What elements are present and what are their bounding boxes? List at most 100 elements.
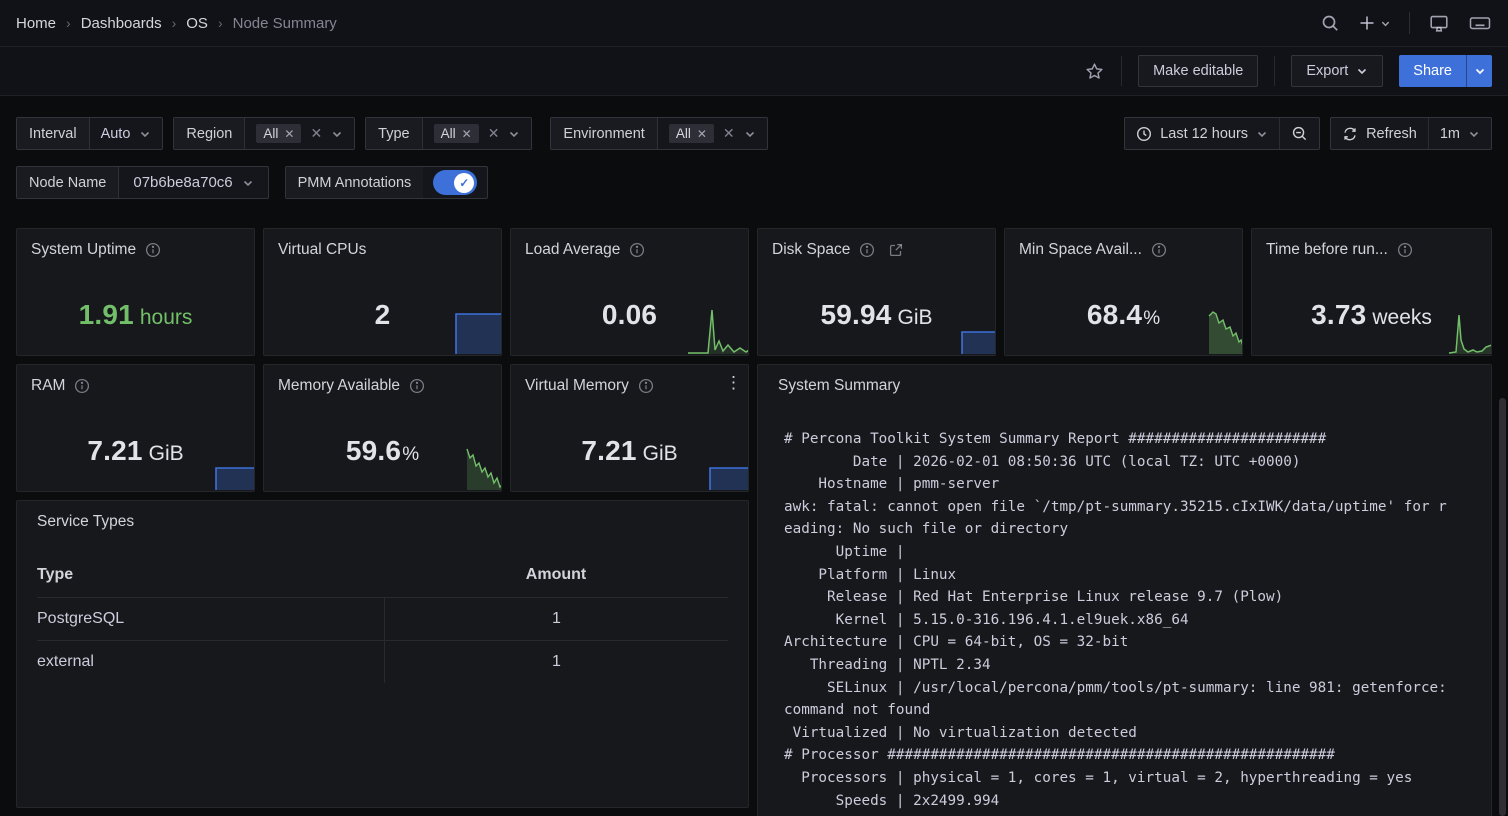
clear-selection-icon[interactable]: ✕: [488, 125, 500, 142]
panel-time-before-run-out: Time before run... 3.73weeks: [1251, 228, 1492, 356]
chip-remove-icon[interactable]: ✕: [284, 127, 294, 141]
panel-title[interactable]: System Summary: [778, 377, 900, 395]
region-select[interactable]: All✕ ✕: [245, 118, 354, 149]
stat-value: 7.21: [581, 435, 636, 466]
zoom-out-icon: [1291, 125, 1308, 142]
table-row[interactable]: PostgreSQL 1: [37, 597, 728, 640]
info-icon[interactable]: [1397, 242, 1413, 258]
sparkline: [265, 310, 502, 354]
type-chip-all[interactable]: All✕: [434, 124, 479, 143]
environment-chip-all[interactable]: All✕: [669, 124, 714, 143]
panel-title[interactable]: Time before run...: [1266, 241, 1388, 259]
external-link-icon[interactable]: [888, 242, 904, 258]
panel-title[interactable]: RAM: [31, 377, 65, 395]
clear-selection-icon[interactable]: ✕: [723, 125, 735, 142]
environment-select[interactable]: All✕ ✕: [658, 118, 767, 149]
stat-unit: GiB: [898, 306, 933, 329]
add-new-button[interactable]: [1358, 14, 1391, 32]
column-header-amount[interactable]: Amount: [384, 553, 728, 597]
pmm-annotations-control: PMM Annotations ✓: [285, 166, 489, 199]
breadcrumb-dashboards[interactable]: Dashboards: [81, 15, 162, 32]
refresh-icon: [1342, 126, 1358, 142]
panel-min-space-available: Min Space Avail... 68.4%: [1004, 228, 1243, 356]
cell-amount: 1: [384, 641, 728, 683]
panel-title[interactable]: Min Space Avail...: [1019, 241, 1142, 259]
favorite-star-icon[interactable]: [1084, 61, 1105, 82]
node-name-value: 07b6be8a70c6: [133, 174, 232, 191]
info-icon[interactable]: [409, 378, 425, 394]
node-name-label: Node Name: [17, 167, 119, 198]
panel-system-summary: System Summary # Percona Toolkit System …: [757, 364, 1492, 816]
stat-value: 7.21: [87, 435, 142, 466]
region-chip-all[interactable]: All✕: [256, 124, 301, 143]
refresh-picker: Refresh 1m: [1330, 117, 1492, 150]
info-icon[interactable]: [859, 242, 875, 258]
type-select[interactable]: All✕ ✕: [423, 118, 532, 149]
monitor-icon[interactable]: [1428, 12, 1450, 34]
export-button[interactable]: Export: [1291, 55, 1383, 87]
clear-selection-icon[interactable]: ✕: [310, 125, 322, 142]
panel-title[interactable]: System Uptime: [31, 241, 136, 259]
sparkline: [265, 444, 502, 490]
breadcrumb-home[interactable]: Home: [16, 15, 56, 32]
interval-select[interactable]: Auto: [90, 118, 163, 149]
sparkline: [759, 329, 996, 354]
share-dropdown-button[interactable]: [1466, 55, 1492, 87]
breadcrumb-separator: ›: [66, 15, 71, 31]
region-label: Region: [174, 118, 245, 149]
toolbar-divider: [1274, 56, 1275, 86]
info-icon[interactable]: [638, 378, 654, 394]
node-name-select[interactable]: 07b6be8a70c6: [119, 167, 267, 198]
make-editable-button[interactable]: Make editable: [1138, 55, 1258, 87]
interval-variable: Interval Auto: [16, 117, 163, 150]
panel-title[interactable]: Virtual Memory: [525, 377, 629, 395]
stat-unit: GiB: [149, 442, 184, 465]
refresh-interval-value: 1m: [1440, 126, 1460, 142]
panel-menu-icon[interactable]: ⋮: [725, 374, 742, 391]
table-row[interactable]: external 1: [37, 640, 728, 683]
template-variables-row: Interval Auto Region All✕ ✕ Type All✕ ✕: [16, 117, 768, 150]
cell-amount: 1: [384, 598, 728, 640]
panel-title[interactable]: Service Types: [37, 513, 134, 531]
chevron-down-icon: [1468, 128, 1480, 140]
refresh-interval-select[interactable]: 1m: [1429, 118, 1491, 149]
panel-title[interactable]: Virtual CPUs: [278, 241, 366, 259]
chevron-down-icon: [744, 128, 756, 140]
node-name-variable: Node Name 07b6be8a70c6: [16, 166, 269, 199]
time-range-label: Last 12 hours: [1160, 126, 1248, 142]
info-icon[interactable]: [629, 242, 645, 258]
panel-title[interactable]: Disk Space: [772, 241, 850, 259]
panel-title[interactable]: Load Average: [525, 241, 620, 259]
system-summary-report-text: # Percona Toolkit System Summary Report …: [784, 428, 1479, 812]
share-button[interactable]: Share: [1399, 55, 1466, 87]
zoom-out-button[interactable]: [1280, 118, 1319, 149]
interval-value: Auto: [101, 126, 131, 142]
table-header-row: Type Amount: [37, 553, 728, 597]
search-icon[interactable]: [1320, 13, 1340, 33]
clock-icon: [1136, 126, 1152, 142]
chevron-down-icon: [139, 128, 151, 140]
node-controls-row: Node Name 07b6be8a70c6 PMM Annotations ✓: [16, 166, 488, 199]
panel-system-uptime: System Uptime 1.91hours: [16, 228, 255, 356]
keyboard-icon[interactable]: [1468, 11, 1492, 35]
info-icon[interactable]: [74, 378, 90, 394]
chevron-down-icon: [1356, 65, 1368, 77]
share-split-button: Share: [1399, 55, 1492, 87]
breadcrumb-os[interactable]: OS: [186, 15, 208, 32]
column-header-type[interactable]: Type: [37, 553, 384, 597]
chip-remove-icon[interactable]: ✕: [697, 127, 707, 141]
top-nav: Home › Dashboards › OS › Node Summary: [0, 0, 1508, 47]
breadcrumb-separator: ›: [218, 15, 223, 31]
info-icon[interactable]: [1151, 242, 1167, 258]
refresh-button[interactable]: Refresh: [1331, 118, 1428, 149]
panel-virtual-memory: Virtual Memory ⋮ 7.21GiB: [510, 364, 749, 492]
panel-title[interactable]: Memory Available: [278, 377, 400, 395]
page-scrollbar[interactable]: [1499, 398, 1506, 816]
time-range-button[interactable]: Last 12 hours: [1125, 118, 1279, 149]
chevron-down-icon: [508, 128, 520, 140]
chip-remove-icon[interactable]: ✕: [462, 127, 472, 141]
environment-label: Environment: [551, 118, 657, 149]
toolbar-divider: [1121, 56, 1122, 86]
pmm-annotations-toggle[interactable]: ✓: [433, 170, 477, 195]
info-icon[interactable]: [145, 242, 161, 258]
